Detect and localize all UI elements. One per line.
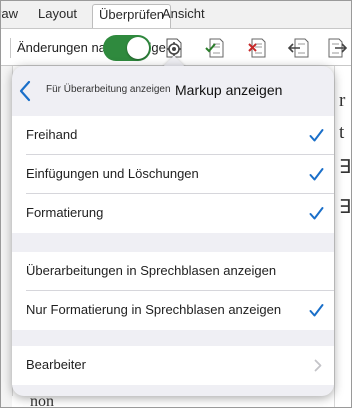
ribbon-tab-bar: Draw Layout Überprüfen Ansicht [0, 0, 352, 28]
option-label: Formatierung [26, 205, 104, 220]
checkmark-icon [309, 303, 324, 318]
toolbar-divider [10, 38, 11, 58]
option-reviewers[interactable]: Bearbeiter [12, 346, 334, 385]
markup-popover: Für Überarbeitung anzeigen Markup anzeig… [12, 66, 334, 396]
tab-layout[interactable]: Layout [38, 6, 77, 21]
track-changes-toggle[interactable] [103, 35, 151, 61]
document-text-fragment: ∃ [339, 157, 352, 178]
document-visible-edge [334, 66, 352, 408]
popover-header: Für Überarbeitung anzeigen Markup anzeig… [12, 66, 334, 116]
previous-change-icon[interactable] [287, 36, 311, 60]
document-text-fragment: r [339, 90, 346, 111]
option-formatting-only-in-balloons[interactable]: Nur Formatierung in Sprechblasen anzeige… [12, 291, 334, 330]
chevron-left-icon [19, 80, 31, 102]
checkmark-icon [309, 206, 324, 221]
document-text-fragment: ∃ [339, 197, 352, 218]
option-revisions-in-balloons[interactable]: Überarbeitungen in Sprechblasen anzeigen [12, 252, 334, 291]
reject-change-icon[interactable] [246, 36, 270, 60]
document-bottom-strip [12, 396, 334, 408]
checkmark-icon [309, 167, 324, 182]
option-insertions-deletions[interactable]: Einfügungen und Löschungen [12, 155, 334, 194]
option-label: Überarbeitungen in Sprechblasen anzeigen [26, 263, 277, 278]
toggle-knob [127, 37, 149, 59]
chevron-right-icon [314, 359, 322, 372]
checkmark-icon [309, 128, 324, 143]
option-label: Nur Formatierung in Sprechblasen anzeige… [26, 302, 282, 317]
option-label: Bearbeiter [26, 357, 86, 372]
tab-review[interactable]: Überprüfen [92, 4, 172, 28]
document-text-fragment: t [339, 122, 345, 143]
option-formatting[interactable]: Formatierung [12, 194, 334, 233]
next-change-icon[interactable] [326, 36, 350, 60]
option-label: Freihand [26, 127, 78, 142]
accept-change-icon[interactable] [204, 36, 228, 60]
back-button[interactable] [18, 79, 32, 103]
option-ink[interactable]: Freihand [12, 116, 334, 155]
tab-draw[interactable]: Draw [0, 6, 18, 21]
tab-view[interactable]: Ansicht [162, 6, 205, 21]
back-button-label[interactable]: Für Überarbeitung anzeigen [46, 84, 171, 95]
option-label: Einfügungen und Löschungen [26, 166, 199, 181]
popover-title: Markup anzeigen [175, 82, 283, 98]
